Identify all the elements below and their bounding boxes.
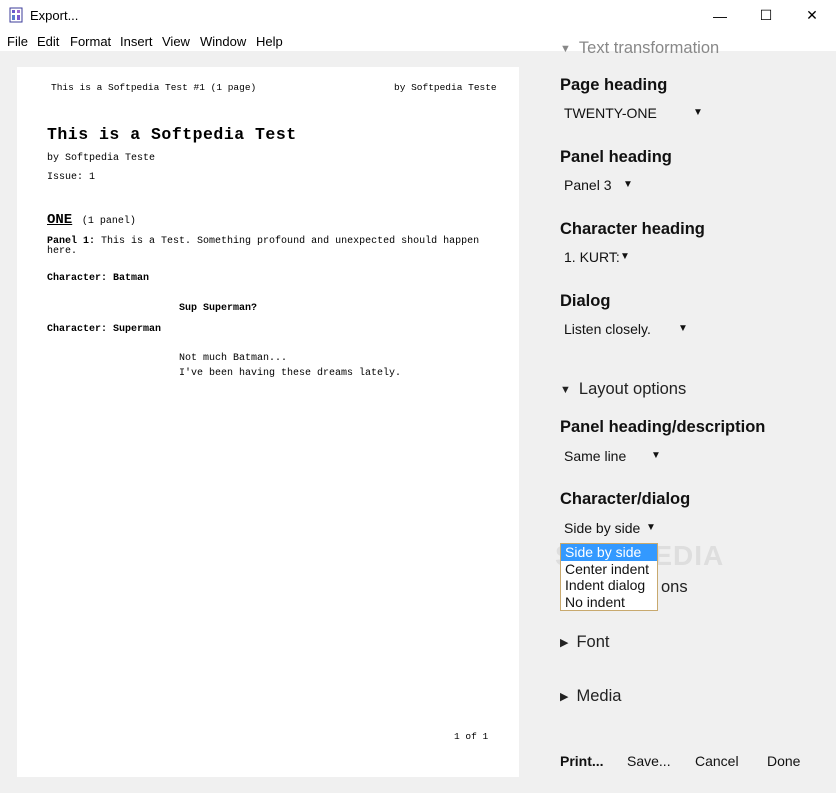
dialog-select[interactable]: Listen closely. ▼ [564, 321, 694, 337]
panel-heading-description-select[interactable]: Same line ▼ [564, 448, 664, 464]
preview-panel-line: Panel 1: This is a Test. Something profo… [47, 236, 479, 247]
chevron-down-icon: ▼ [678, 323, 688, 334]
menu-insert[interactable]: Insert [120, 34, 153, 49]
character-heading-value: 1. KURT: [564, 249, 620, 265]
preview-panel-count: (1 panel) [81, 216, 136, 227]
menu-window[interactable]: Window [200, 34, 246, 49]
dropdown-option-center-indent[interactable]: Center indent [561, 561, 657, 578]
menu-edit[interactable]: Edit [37, 34, 59, 49]
page-heading-select[interactable]: TWENTY-ONE ▼ [564, 105, 704, 121]
menu-help[interactable]: Help [256, 34, 283, 49]
preview-page-footer: 1 of 1 [454, 731, 489, 742]
font-toggle[interactable]: ▶ Font [560, 633, 610, 652]
preview-dialog-2-line2: I've been having these dreams lately. [179, 368, 402, 379]
preview-dialog-2-line1: Not much Batman... [179, 353, 288, 364]
character-heading-label: Character heading [560, 220, 705, 238]
layout-options-label: Layout options [578, 380, 687, 398]
character-dialog-dropdown: Side by side Center indent Indent dialog… [560, 543, 658, 611]
chevron-down-icon: ▼ [623, 179, 633, 190]
maximize-button[interactable]: ☐ [743, 0, 789, 31]
menu-view[interactable]: View [162, 34, 190, 49]
triangle-down-icon: ▼ [560, 384, 571, 396]
triangle-down-icon: ▼ [560, 43, 571, 55]
chevron-down-icon: ▼ [646, 522, 656, 533]
panel-heading-value: Panel 3 [564, 177, 612, 193]
close-icon: ✕ [806, 7, 818, 23]
hidden-options-label-tail: ons [661, 578, 688, 596]
font-label: Font [576, 633, 610, 651]
layout-options-toggle[interactable]: ▼ Layout options [560, 380, 686, 399]
preview-dialog-1: Sup Superman? [179, 303, 258, 314]
preview-header-right: by Softpedia Teste [394, 82, 497, 93]
menu-format[interactable]: Format [70, 34, 111, 49]
preview-panel-text-cont: here. [47, 246, 78, 257]
minimize-button[interactable]: — [697, 0, 743, 31]
media-toggle[interactable]: ▶ Media [560, 687, 621, 706]
panel-heading-description-value: Same line [564, 448, 627, 464]
menu-file[interactable]: File [7, 34, 28, 49]
character-dialog-label: Character/dialog [560, 490, 691, 508]
options-panel: ▼ Text transformation Page heading TWENTY… [520, 39, 836, 793]
done-button[interactable]: Done [767, 753, 800, 769]
panel-heading-select[interactable]: Panel 3 ▼ [564, 177, 634, 193]
chevron-down-icon: ▼ [651, 450, 661, 461]
preview-header-left: This is a Softpedia Test #1 (1 page) [51, 82, 257, 93]
preview-byline: by Softpedia Teste [47, 153, 156, 164]
app-icon [9, 7, 23, 23]
preview-character-1: Character: Batman [47, 273, 150, 284]
preview-issue: Issue: 1 [47, 172, 96, 183]
dropdown-option-indent-dialog[interactable]: Indent dialog [561, 577, 657, 594]
chevron-down-icon: ▼ [620, 251, 630, 262]
close-button[interactable]: ✕ [789, 0, 835, 31]
dialog-value: Listen closely. [564, 321, 651, 337]
chevron-down-icon: ▼ [693, 107, 703, 118]
dropdown-option-no-indent[interactable]: No indent [561, 594, 657, 611]
character-dialog-value: Side by side [564, 520, 641, 536]
window-title: Export... [30, 8, 79, 23]
preview-page-heading: ONE [47, 212, 73, 228]
preview-panel-text: This is a Test. Something profound and u… [101, 236, 480, 247]
dialog-label: Dialog [560, 292, 611, 310]
dropdown-option-side-by-side[interactable]: Side by side [561, 544, 657, 561]
minimize-icon: — [713, 7, 727, 24]
preview-title: This is a Softpedia Test [47, 125, 297, 144]
text-transformation-toggle[interactable]: ▼ Text transformation [560, 39, 719, 58]
text-transformation-label: Text transformation [578, 39, 720, 57]
character-dialog-select[interactable]: Side by side ▼ [564, 520, 664, 536]
preview-page-heading-line: ONE (1 panel) [47, 210, 136, 228]
panel-heading-description-label: Panel heading/description [560, 418, 766, 436]
panel-heading-label: Panel heading [560, 148, 672, 166]
print-button[interactable]: Print... [560, 753, 604, 769]
maximize-icon: ☐ [759, 7, 773, 23]
media-label: Media [576, 687, 622, 705]
triangle-right-icon: ▶ [560, 637, 569, 649]
triangle-right-icon: ▶ [560, 691, 569, 703]
page-heading-label: Page heading [560, 76, 668, 94]
preview-page: This is a Softpedia Test #1 (1 page) by … [17, 67, 519, 777]
cancel-button[interactable]: Cancel [695, 753, 739, 769]
save-button[interactable]: Save... [627, 753, 671, 769]
page-heading-value: TWENTY-ONE [564, 105, 657, 121]
title-bar: Export... — ☐ ✕ [0, 0, 836, 31]
preview-character-2: Character: Superman [47, 324, 162, 335]
character-heading-select[interactable]: 1. KURT: ▼ [564, 249, 634, 265]
